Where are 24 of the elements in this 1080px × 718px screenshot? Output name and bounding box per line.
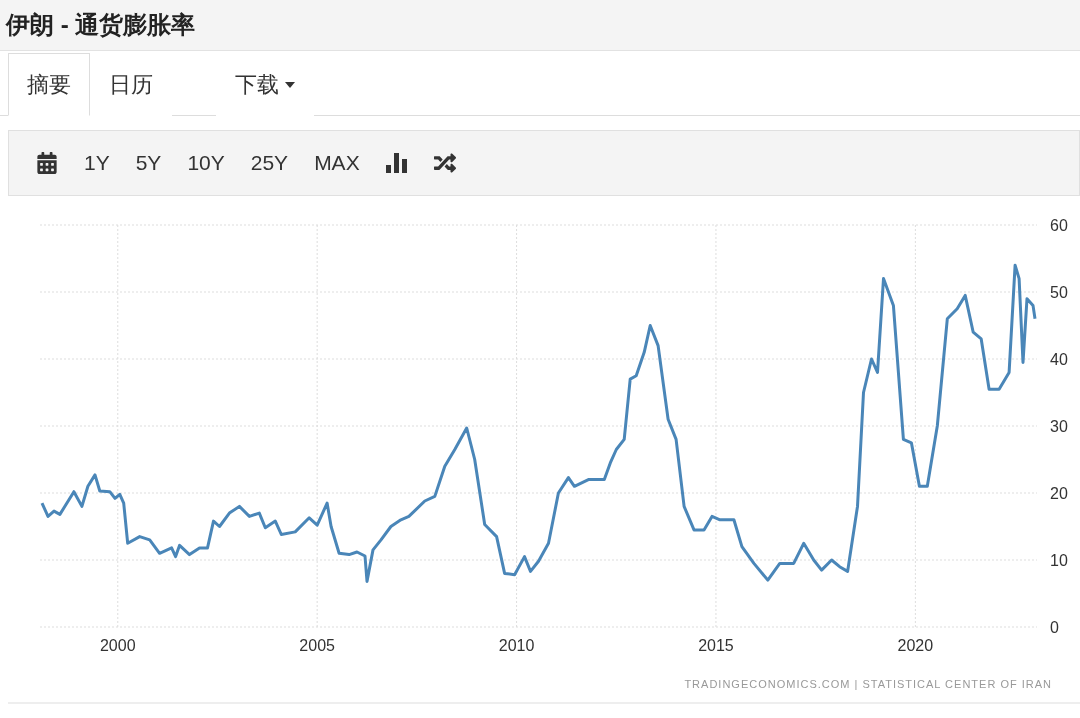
axis-label: 2020 (897, 637, 934, 654)
axis-label: 0 (1050, 619, 1059, 636)
tab[interactable]: 摘要 (8, 53, 90, 116)
axis-label: 2010 (498, 637, 535, 654)
calendar-icon (36, 152, 58, 174)
bar-chart-icon (385, 153, 408, 173)
axis-label: 40 (1050, 351, 1068, 368)
page-title: 伊朗 - 通货膨胀率 (6, 10, 196, 40)
shuffle-icon (433, 152, 456, 174)
axis-label: 50 (1050, 284, 1068, 301)
axis-label: 2005 (299, 637, 335, 654)
range-button[interactable]: 10Y (174, 145, 238, 181)
axis-label: 60 (1050, 217, 1068, 234)
range-button[interactable]: MAX (301, 145, 373, 181)
axis-label: 20 (1050, 485, 1068, 502)
axis-label: 2015 (698, 637, 734, 654)
source-note: TRADINGECONOMICS.COM | STATISTICAL CENTER OF IRAN (684, 678, 1052, 690)
axis-label: 2000 (99, 637, 136, 654)
range-button[interactable]: 25Y (237, 145, 302, 181)
axis-label: 30 (1050, 418, 1068, 435)
caret-icon (285, 82, 295, 88)
axis-label: 10 (1050, 552, 1068, 569)
range-button[interactable]: 5Y (122, 145, 175, 181)
range-button[interactable]: 1Y (71, 145, 123, 181)
